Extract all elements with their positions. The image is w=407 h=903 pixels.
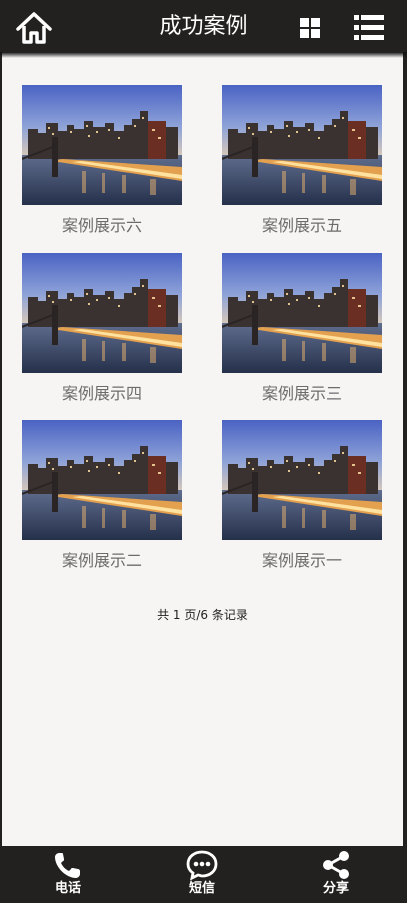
case-thumbnail[interactable] <box>22 85 182 205</box>
case-thumbnail[interactable] <box>222 420 382 540</box>
case-thumbnail[interactable] <box>222 253 382 373</box>
case-title[interactable]: 案例展示五 <box>222 215 382 237</box>
phone-label: 电话 <box>54 881 81 896</box>
case-item[interactable]: 案例展示四 <box>22 253 182 405</box>
case-title[interactable]: 案例展示一 <box>222 550 382 572</box>
case-list: 案例展示六 案例展示五 案例展示四 案例展示三 案例展示二 案例展示一 共 1 … <box>2 52 403 846</box>
case-thumbnail[interactable] <box>222 85 382 205</box>
sms-label: 短信 <box>188 881 215 896</box>
share-label: 分享 <box>322 881 349 896</box>
sms-button[interactable]: 短信 <box>152 846 252 903</box>
case-item[interactable]: 案例展示五 <box>222 85 382 237</box>
page-title: 成功案例 <box>159 14 248 39</box>
case-thumbnail[interactable] <box>22 253 182 373</box>
case-title[interactable]: 案例展示二 <box>22 550 182 572</box>
grid-icon[interactable] <box>299 17 321 39</box>
top-bar: 成功案例 <box>0 0 407 52</box>
case-item[interactable]: 案例展示一 <box>222 420 382 572</box>
case-item[interactable]: 案例展示二 <box>22 420 182 572</box>
case-title[interactable]: 案例展示三 <box>222 383 382 405</box>
bottom-bar: 电话 短信 分享 <box>0 846 407 903</box>
header-shadow <box>0 52 407 58</box>
list-icon[interactable] <box>354 14 384 42</box>
chat-bubble-icon <box>186 850 218 880</box>
phone-icon <box>55 853 80 878</box>
case-thumbnail[interactable] <box>22 420 182 540</box>
case-title[interactable]: 案例展示六 <box>22 215 182 237</box>
share-button[interactable]: 分享 <box>286 846 386 903</box>
share-icon <box>323 851 349 879</box>
case-item[interactable]: 案例展示六 <box>22 85 182 237</box>
phone-button[interactable]: 电话 <box>18 846 118 903</box>
case-title[interactable]: 案例展示四 <box>22 383 182 405</box>
case-item[interactable]: 案例展示三 <box>222 253 382 405</box>
pagination-info: 共 1 页/6 条记录 <box>157 608 248 622</box>
